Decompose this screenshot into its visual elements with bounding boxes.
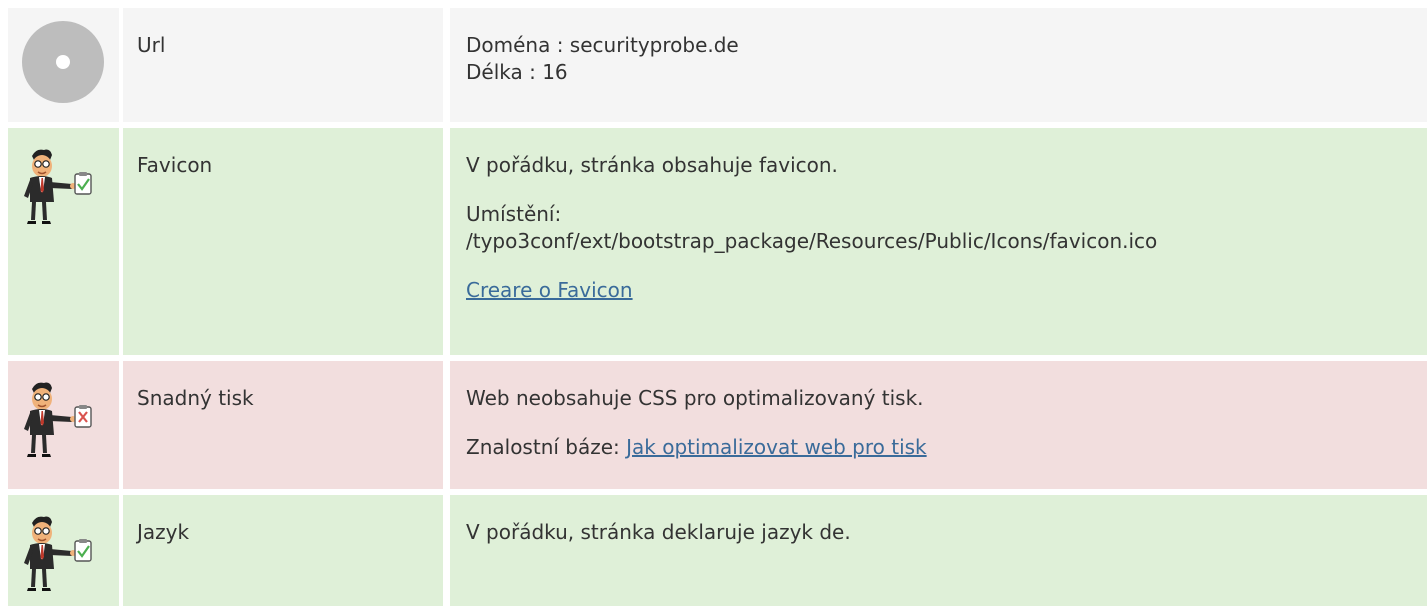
businessman-cross-icon: [14, 379, 98, 459]
seo-row-url: Url Doména : securityprobe.de Délka : 16: [0, 8, 1427, 122]
knowledge-base-label: Znalostní báze:: [466, 435, 627, 459]
row-label-cell: Favicon: [123, 128, 443, 355]
seo-row-language: Jazyk V pořádku, stránka deklaruje jazyk…: [0, 495, 1427, 606]
seo-row-print: Snadný tisk Web neobsahuje CSS pro optim…: [0, 361, 1427, 489]
disc-icon: [22, 21, 104, 103]
row-label: Url: [137, 33, 166, 57]
businessman-check-icon: [14, 513, 98, 593]
row-label-cell: Url: [123, 8, 443, 122]
row-icon-cell: [8, 128, 119, 355]
print-optimization-link[interactable]: Jak optimalizovat web pro tisk: [626, 435, 927, 459]
row-label: Jazyk: [137, 520, 190, 544]
row-value-cell: V pořádku, stránka obsahuje favicon. Umí…: [450, 128, 1427, 355]
row-icon-cell: [8, 8, 119, 122]
favicon-path-text: /typo3conf/ext/bootstrap_package/Resourc…: [466, 229, 1158, 253]
length-text: Délka : 16: [466, 60, 568, 84]
print-status-text: Web neobsahuje CSS pro optimalizovaný ti…: [466, 386, 924, 410]
row-value-cell: V pořádku, stránka deklaruje jazyk de.: [450, 495, 1427, 606]
row-label: Snadný tisk: [137, 386, 254, 410]
seo-row-favicon: Favicon V pořádku, stránka obsahuje favi…: [0, 128, 1427, 355]
row-label: Favicon: [137, 153, 213, 177]
row-label-cell: Jazyk: [123, 495, 443, 606]
row-value-cell: Web neobsahuje CSS pro optimalizovaný ti…: [450, 361, 1427, 489]
row-icon-cell: [8, 361, 119, 489]
row-label-cell: Snadný tisk: [123, 361, 443, 489]
row-icon-cell: [8, 495, 119, 606]
favicon-location-label: Umístění:: [466, 202, 562, 226]
create-favicon-link[interactable]: Creare o Favicon: [466, 278, 633, 302]
language-status-text: V pořádku, stránka deklaruje jazyk de.: [466, 520, 851, 544]
row-value-cell: Doména : securityprobe.de Délka : 16: [450, 8, 1427, 122]
domain-text: Doména : securityprobe.de: [466, 33, 739, 57]
favicon-status-text: V pořádku, stránka obsahuje favicon.: [466, 153, 838, 177]
businessman-check-icon: [14, 146, 98, 226]
